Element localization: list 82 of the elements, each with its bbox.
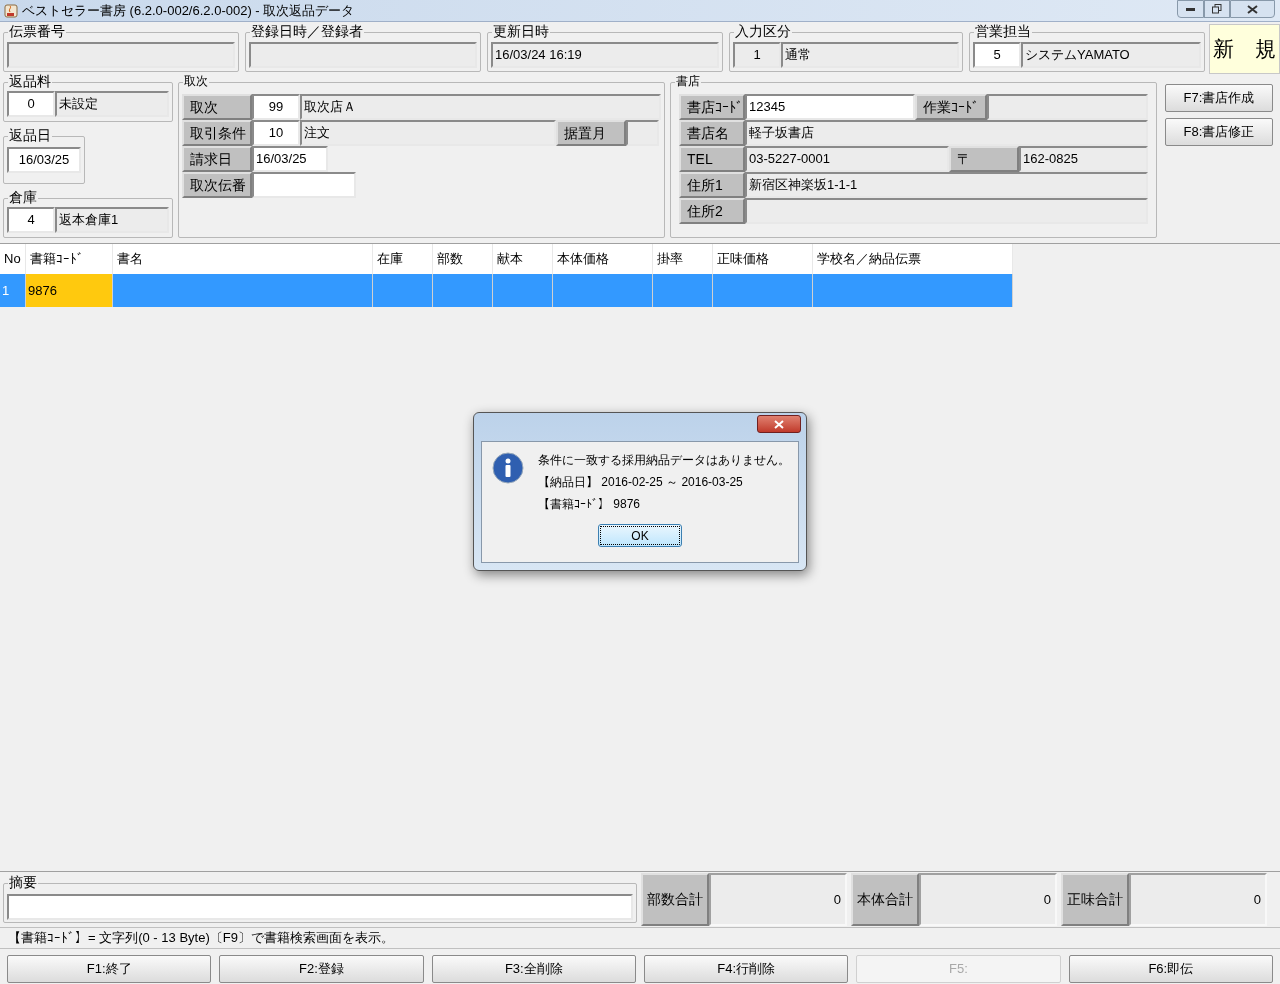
value-field[interactable]: 03-5227-0001	[745, 146, 949, 172]
value-field[interactable]: 通常	[781, 42, 959, 68]
field-label: 書店ｺｰﾄﾞ	[679, 94, 745, 120]
close-icon	[1247, 4, 1258, 14]
group-title: 更新日時	[492, 23, 550, 39]
group-title: 入力区分	[734, 23, 792, 39]
value-field[interactable]	[745, 198, 1148, 224]
total-value: 0	[709, 873, 847, 926]
group-title: 摘要	[8, 874, 38, 890]
info-icon	[492, 452, 524, 484]
total-label: 正味合計	[1061, 873, 1129, 926]
minimize-icon	[1186, 7, 1195, 11]
coffee-cup-icon	[3, 2, 19, 19]
field-label: TEL	[679, 146, 745, 172]
function-key-button[interactable]: F4:行削除	[644, 955, 849, 983]
value-field[interactable]: 未設定	[55, 91, 169, 117]
total-label: 本体合計	[851, 873, 919, 926]
table-cell: 9876	[26, 274, 113, 307]
code-field[interactable]: 1	[733, 42, 781, 68]
side-button[interactable]: F8:書店修正	[1165, 118, 1273, 146]
side-button[interactable]: F7:書店作成	[1165, 84, 1273, 112]
hint-bar: 【書籍ｺｰﾄﾞ】= 文字列(0 - 13 Byte)〔F9〕で書籍検索画面を表示。	[0, 927, 1280, 949]
group-title: 書店	[675, 73, 701, 89]
memo-field[interactable]	[7, 894, 633, 920]
code-field[interactable]: 5	[973, 42, 1021, 68]
field-label: 住所1	[679, 172, 745, 198]
value-field[interactable]: 取次店Ａ	[300, 94, 661, 120]
dialog-message: 【書籍ｺｰﾄﾞ】 9876	[538, 496, 642, 512]
value-field[interactable]	[7, 42, 235, 68]
function-key-button[interactable]: F6:即伝	[1068, 955, 1273, 983]
code-field[interactable]: 10	[252, 120, 300, 146]
ok-button[interactable]: OK	[598, 524, 682, 547]
close-button[interactable]	[757, 415, 801, 433]
window-title: ベストセラー書房 (6.2.0-002/6.2.0-002) - 取次返品データ	[22, 1, 355, 20]
group-title: 登録日時／登録者	[250, 23, 364, 39]
group-title: 返品料	[8, 73, 52, 89]
field-label: 据置月	[556, 120, 626, 146]
value-field[interactable]: 軽子坂書店	[745, 120, 1148, 146]
value-field[interactable]	[249, 42, 477, 68]
value-field[interactable]: 注文	[300, 120, 556, 146]
code-field[interactable]: 99	[252, 94, 300, 120]
value-field[interactable]: 16/03/24 16:19	[491, 42, 719, 68]
total-label: 部数合計	[641, 873, 709, 926]
field-label: 書店名	[679, 120, 745, 146]
code-field[interactable]: 4	[7, 207, 55, 233]
value-field[interactable]: 12345	[745, 94, 915, 120]
minimize-button[interactable]	[1177, 0, 1204, 18]
dialog-message: 条件に一致する採用納品データはありません。	[538, 452, 790, 468]
group-title: 返品日	[8, 127, 52, 143]
code-field[interactable]: 0	[7, 91, 55, 117]
total-value: 0	[919, 873, 1057, 926]
field-label: 住所2	[679, 198, 745, 224]
function-key-button[interactable]: F3:全削除	[431, 955, 636, 983]
value-field[interactable]	[626, 120, 659, 146]
date-field[interactable]: 16/03/25	[252, 146, 328, 172]
field-label: 取次伝番	[182, 172, 252, 198]
function-key-button[interactable]: F1:終了	[7, 955, 212, 983]
value-field[interactable]	[252, 172, 356, 198]
field-label: 請求日	[182, 146, 252, 172]
value-field[interactable]: 返本倉庫1	[55, 207, 169, 233]
dialog-message: 【納品日】 2016-02-25 ～ 2016-03-25	[538, 474, 744, 490]
close-button[interactable]	[1230, 0, 1275, 18]
group-title: 倉庫	[8, 189, 38, 205]
restore-icon	[1212, 4, 1222, 14]
close-icon	[774, 419, 784, 429]
group-title: 営業担当	[974, 23, 1032, 39]
value-field[interactable]: 新宿区神楽坂1-1-1	[745, 172, 1148, 198]
field-label: 〒	[949, 146, 1019, 172]
value-field[interactable]	[987, 94, 1148, 120]
field-label: 取引条件	[182, 120, 252, 146]
field-label: 取次	[182, 94, 252, 120]
table-row[interactable]: 1 9876	[0, 274, 1013, 307]
value-field[interactable]: 162-0825	[1019, 146, 1148, 172]
restore-button[interactable]	[1204, 0, 1230, 18]
group-title: 取次	[183, 73, 209, 89]
total-value: 0	[1129, 873, 1267, 926]
mode-badge: 新 規	[1209, 24, 1280, 74]
value-field[interactable]: システムYAMATO	[1021, 42, 1201, 68]
group-title: 伝票番号	[8, 23, 66, 39]
date-field[interactable]: 16/03/25	[7, 147, 81, 173]
field-label: 作業ｺｰﾄﾞ	[915, 94, 987, 120]
function-key-button[interactable]: F2:登録	[219, 955, 424, 983]
